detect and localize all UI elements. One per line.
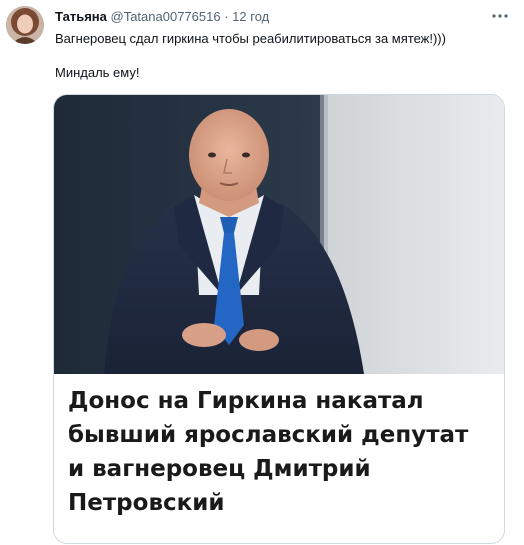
author-name[interactable]: Татьяна	[55, 9, 107, 24]
header-separator: ·	[224, 9, 229, 24]
tweet-text-line: Миндаль ему!	[55, 65, 140, 80]
tweet[interactable]: Татьяна @Tatana00776516 · 12 год Вагнеро…	[0, 0, 524, 545]
tweet-text-line: Вагнеровец сдал гиркина чтобы реабилитир…	[55, 31, 446, 46]
avatar[interactable]	[6, 6, 44, 44]
more-horizontal-icon[interactable]	[490, 9, 510, 23]
tweet-header: Татьяна @Tatana00776516 · 12 год	[55, 8, 269, 25]
tweet-text: Вагнеровец сдал гиркина чтобы реабилитир…	[55, 30, 510, 81]
author-handle[interactable]: @Tatana00776516	[111, 9, 221, 24]
tweet-text-blank-line	[55, 47, 510, 64]
card-image[interactable]	[54, 95, 504, 374]
link-card[interactable]: Донос на Гиркина накатал бывший ярославс…	[53, 94, 505, 544]
card-title[interactable]: Донос на Гиркина накатал бывший ярославс…	[68, 384, 488, 520]
tweet-time[interactable]: 12 год	[232, 9, 269, 24]
